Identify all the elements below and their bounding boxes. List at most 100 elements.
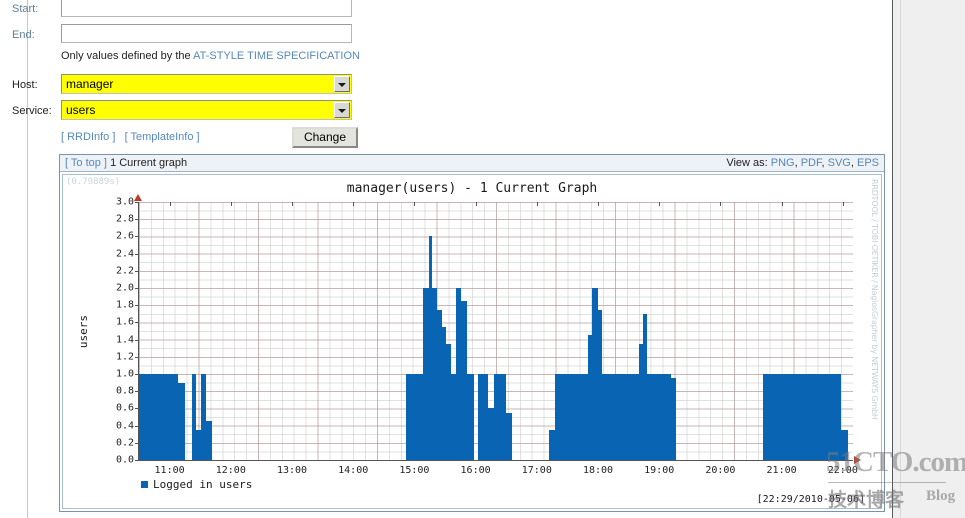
- series-segment: [840, 429, 848, 460]
- x-tick-label: 20:00: [705, 465, 736, 476]
- x-tick-label: 19:00: [644, 465, 675, 476]
- x-tick-mark: [230, 202, 232, 206]
- series-segment: [406, 374, 423, 460]
- series-segment: [206, 421, 213, 460]
- series-segment: [602, 374, 639, 460]
- y-tick-mark: [135, 356, 139, 358]
- view-as-eps[interactable]: EPS: [857, 157, 879, 169]
- chevron-down-icon[interactable]: [334, 76, 350, 92]
- graph-header-title: [ To top ] 1 Current graph: [65, 157, 187, 169]
- y-tick-label: 0.2: [115, 437, 134, 449]
- series-segment: [493, 374, 507, 460]
- series-segment: [555, 374, 588, 460]
- graph-timestamp: [22:29/2010-05-06]: [756, 494, 865, 505]
- view-as-pdf[interactable]: PDF: [801, 157, 822, 169]
- view-as-png[interactable]: PNG: [771, 157, 795, 169]
- y-tick-mark: [135, 270, 139, 272]
- y-tick-mark: [135, 288, 139, 289]
- y-tick-mark: [135, 391, 139, 393]
- host-label: Host:: [12, 79, 38, 91]
- watermark-blog-text: Blog: [926, 488, 956, 504]
- y-tick-mark: [135, 460, 139, 461]
- x-tick-mark: [414, 202, 416, 206]
- at-style-time-spec-link[interactable]: AT-STYLE TIME SPECIFICATION: [193, 50, 360, 62]
- series-segment: [646, 374, 672, 460]
- service-label: Service:: [12, 105, 52, 117]
- y-axis-label: users: [77, 315, 90, 349]
- rrdinfo-link[interactable]: [ RRDInfo ]: [61, 131, 115, 143]
- series-segment: [506, 412, 513, 460]
- x-tick-label: 22:00: [827, 465, 858, 476]
- time-spec-note: Only values defined by the AT-STYLE TIME…: [61, 50, 360, 62]
- y-tick-mark: [135, 425, 139, 427]
- graph-panel-header: [ To top ] 1 Current graph View as: PNG,…: [60, 155, 884, 172]
- y-tick-label: 1.8: [115, 299, 134, 311]
- info-links: [ RRDInfo ] [ TemplateInfo ]: [61, 131, 200, 143]
- x-tick-label: 13:00: [276, 465, 308, 476]
- graph-panel: [ To top ] 1 Current graph View as: PNG,…: [59, 154, 885, 512]
- x-axis-arrow-icon: [854, 456, 861, 464]
- chevron-down-icon[interactable]: [334, 102, 350, 118]
- rrd-graph-image[interactable]: (0.79889s) manager(users) - 1 Current Gr…: [62, 174, 882, 509]
- y-tick-mark: [135, 408, 139, 410]
- x-tick-mark: [598, 202, 599, 206]
- x-tick-label: 21:00: [766, 465, 797, 476]
- y-tick-label: 0.0: [115, 454, 134, 466]
- y-tick-mark: [135, 202, 139, 203]
- series-segment: [763, 374, 841, 460]
- series-segment: [477, 374, 488, 460]
- x-tick-label: 12:00: [215, 465, 246, 476]
- x-tick-label: 11:00: [154, 465, 185, 476]
- y-tick-label: 2.6: [115, 230, 134, 242]
- x-tick-mark: [536, 202, 538, 206]
- y-tick-label: 0.8: [115, 385, 134, 397]
- y-tick-label: 2.8: [115, 213, 134, 225]
- x-tick-mark: [842, 202, 844, 206]
- x-tick-mark: [353, 202, 355, 206]
- legend-swatch: [141, 481, 148, 488]
- y-tick-label: 1.2: [115, 351, 134, 363]
- templateinfo-link[interactable]: [ TemplateInfo ]: [125, 131, 200, 143]
- y-tick-label: 0.4: [115, 420, 134, 432]
- y-tick-label: 2.0: [115, 282, 134, 294]
- start-input[interactable]: [61, 0, 352, 17]
- page-root: Start: End: Only values defined by the A…: [0, 0, 965, 518]
- end-input[interactable]: [61, 24, 352, 43]
- y-tick-mark: [135, 374, 139, 375]
- chart-legend: Logged in users: [141, 478, 252, 491]
- y-tick-label: 3.0: [115, 196, 134, 208]
- y-tick-mark: [135, 322, 139, 324]
- to-top-link[interactable]: [ To top ]: [65, 157, 107, 169]
- y-tick-label: 1.4: [115, 334, 134, 346]
- rrdtool-credit-label: RRDTOOL / TOBI OETIKER / NagiosGrapher b…: [870, 179, 879, 420]
- change-button[interactable]: Change: [292, 127, 358, 148]
- start-label: Start:: [12, 3, 39, 15]
- y-tick-label: 1.6: [115, 316, 134, 328]
- x-tick-label: 14:00: [338, 465, 369, 476]
- service-select[interactable]: users: [61, 100, 352, 120]
- y-axis-arrow-icon: [134, 194, 142, 201]
- view-as-svg[interactable]: SVG: [828, 157, 851, 169]
- series-segment: [177, 382, 185, 460]
- x-tick-mark: [169, 202, 171, 206]
- y-tick-mark: [135, 305, 139, 307]
- x-tick-mark: [720, 202, 722, 206]
- series-area: [139, 202, 853, 460]
- end-label: End:: [12, 29, 35, 41]
- y-tick-label: 2.2: [115, 265, 134, 277]
- y-tick-mark: [135, 236, 139, 238]
- x-tick-label: 15:00: [399, 465, 430, 476]
- y-tick-label: 0.6: [115, 402, 134, 414]
- x-tick-mark: [475, 202, 477, 206]
- y-tick-label: 1.0: [115, 368, 134, 380]
- host-select[interactable]: manager: [61, 74, 352, 94]
- x-tick-mark: [781, 202, 783, 206]
- left-gutter-rule: [27, 0, 28, 518]
- x-tick-mark: [659, 202, 661, 206]
- host-select-value: manager: [66, 77, 114, 91]
- y-tick-mark: [135, 219, 139, 221]
- series-segment: [671, 378, 676, 460]
- right-gutter-rule: [900, 0, 901, 518]
- y-tick-mark: [135, 339, 139, 341]
- x-tick-label: 17:00: [521, 465, 552, 476]
